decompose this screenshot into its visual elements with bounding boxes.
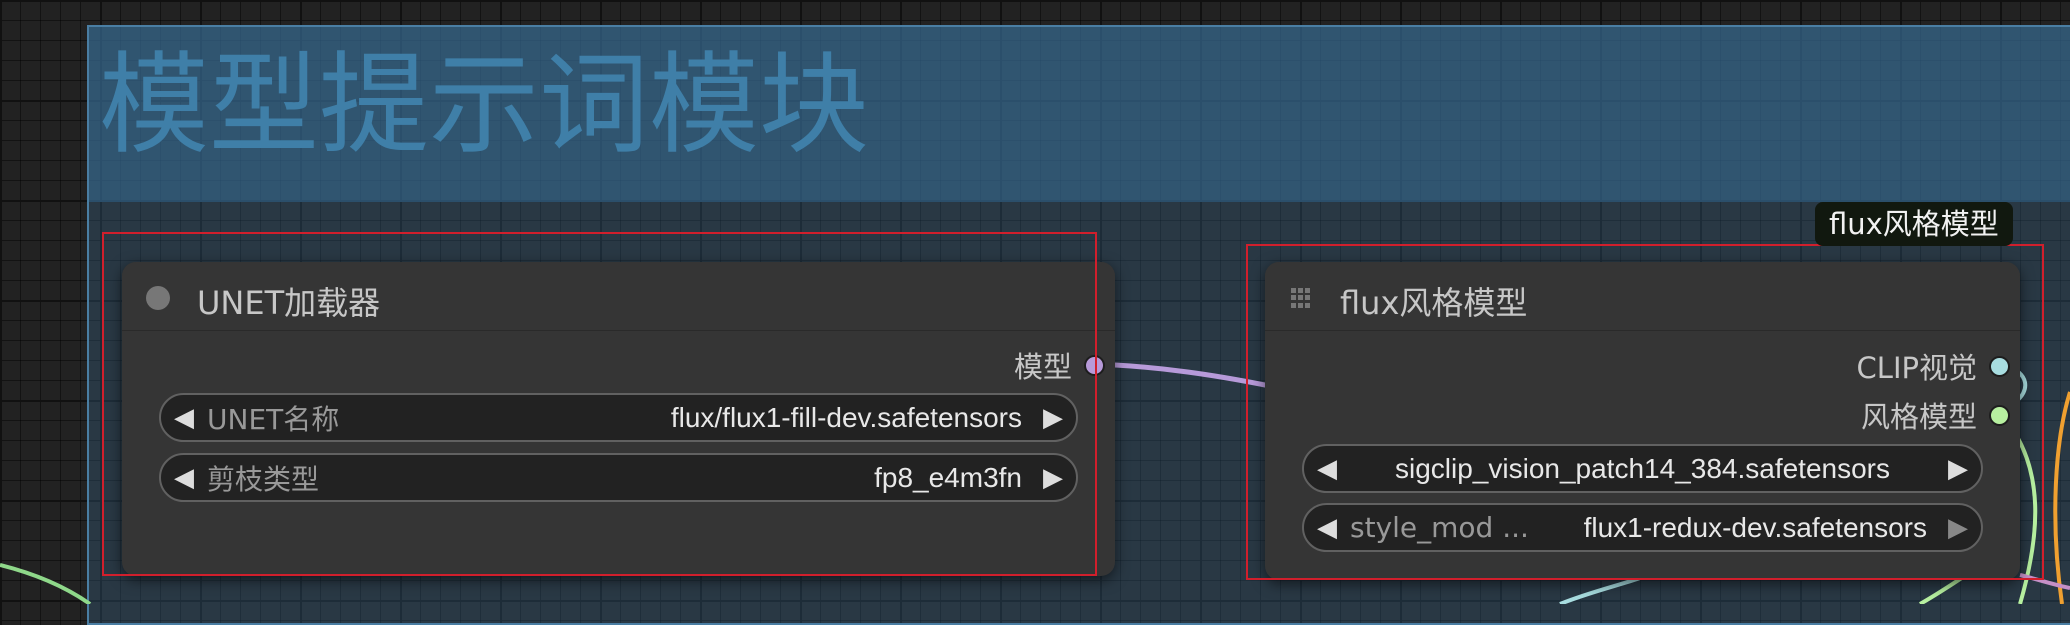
node-tooltip: flux风格模型: [1815, 202, 2013, 246]
model-wire: [1090, 361, 1271, 389]
selection-outline-flux-style-model: [1246, 244, 2044, 580]
orange-wire: [2053, 391, 2070, 604]
clip-vision-wire-lower: [1559, 576, 1641, 604]
selection-outline-unet-loader: [102, 232, 1097, 576]
left-green-wire: [0, 563, 92, 604]
